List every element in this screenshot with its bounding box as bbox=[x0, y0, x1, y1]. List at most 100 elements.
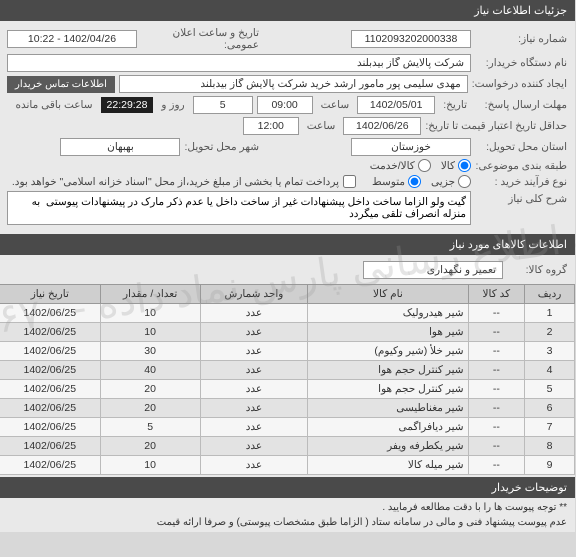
buy-small-label: جزیی bbox=[432, 176, 456, 188]
table-cell: شیر یکطرفه ویفر bbox=[309, 437, 469, 456]
valid-date[interactable] bbox=[344, 117, 422, 135]
cat-label: طبقه بندی موضوعی: bbox=[476, 160, 568, 172]
contact-buyer-button[interactable]: اطلاعات تماس خریدار bbox=[8, 76, 116, 93]
table-cell: شیر کنترل حجم هوا bbox=[309, 361, 469, 380]
table-header: ردیف bbox=[526, 285, 576, 304]
need-no-field[interactable] bbox=[352, 30, 472, 48]
table-row[interactable]: 5--شیر کنترل حجم هواعدد201402/06/25 bbox=[1, 380, 576, 399]
city-field[interactable] bbox=[61, 138, 181, 156]
table-cell: 8 bbox=[526, 437, 576, 456]
announce-label: تاریخ و ساعت اعلان عمومی: bbox=[142, 27, 260, 51]
table-cell: عدد bbox=[201, 304, 309, 323]
table-cell: 20 bbox=[101, 437, 201, 456]
table-cell: شیر میله کالا bbox=[309, 456, 469, 475]
desc-textarea[interactable] bbox=[8, 191, 472, 225]
table-cell: عدد bbox=[201, 342, 309, 361]
table-cell: 40 bbox=[101, 361, 201, 380]
table-cell: عدد bbox=[201, 323, 309, 342]
category-radio-group: کالا کالا/خدمت bbox=[371, 159, 472, 172]
table-cell: -- bbox=[469, 380, 526, 399]
buy-type-radio-group: جزیی متوسط bbox=[373, 175, 472, 188]
remaining-label: ساعت باقی مانده bbox=[16, 99, 93, 111]
buy-medium-radio[interactable] bbox=[409, 175, 422, 188]
table-cell: -- bbox=[469, 323, 526, 342]
cat-goods-label: کالا bbox=[442, 160, 456, 172]
announce-field[interactable] bbox=[8, 30, 138, 48]
table-cell: 1402/06/25 bbox=[1, 304, 102, 323]
desc-label: شرح کلی نیاز bbox=[476, 191, 568, 205]
reply-deadline-date[interactable] bbox=[358, 96, 436, 114]
province-label: استان محل تحویل: bbox=[476, 141, 568, 153]
table-cell: 4 bbox=[526, 361, 576, 380]
buy-type-label: نوع فرآیند خرید : bbox=[476, 176, 568, 188]
province-field[interactable] bbox=[352, 138, 472, 156]
details-header: جزئیات اطلاعات نیاز bbox=[0, 0, 576, 21]
table-row[interactable]: 7--شیر دیافراگمیعدد51402/06/25 bbox=[1, 418, 576, 437]
table-cell: -- bbox=[469, 437, 526, 456]
valid-hour[interactable] bbox=[244, 117, 300, 135]
table-cell: 9 bbox=[526, 456, 576, 475]
reply-hour-label: ساعت bbox=[322, 99, 351, 111]
table-cell: -- bbox=[469, 342, 526, 361]
need-no-label: شماره نیاز: bbox=[476, 33, 568, 45]
table-row[interactable]: 2--شیر هواعدد101402/06/25 bbox=[1, 323, 576, 342]
table-row[interactable]: 6--شیر مغناطیسیعدد201402/06/25 bbox=[1, 399, 576, 418]
table-header: تاریخ نیاز bbox=[1, 285, 102, 304]
footer-note-2: عدم پیوست پیشنهاد فنی و مالی در سامانه س… bbox=[0, 517, 576, 532]
valid-hour-label: ساعت bbox=[308, 120, 337, 132]
treasury-note: پرداخت تمام یا بخشی از مبلغ خرید،از محل … bbox=[13, 176, 340, 188]
buyer-label: نام دستگاه خریدار: bbox=[476, 57, 568, 69]
table-cell: شیر خلأ (شیر وکیوم) bbox=[309, 342, 469, 361]
table-row[interactable]: 9--شیر میله کالاعدد101402/06/25 bbox=[1, 456, 576, 475]
table-cell: عدد bbox=[201, 361, 309, 380]
table-cell: 1402/06/25 bbox=[1, 456, 102, 475]
form-section: شماره نیاز: تاریخ و ساعت اعلان عمومی: نا… bbox=[0, 21, 576, 234]
table-cell: -- bbox=[469, 361, 526, 380]
goods-header: اطلاعات کالاهای مورد نیاز bbox=[0, 234, 576, 255]
table-cell: 10 bbox=[101, 323, 201, 342]
table-cell: -- bbox=[469, 418, 526, 437]
table-cell: 7 bbox=[526, 418, 576, 437]
table-cell: شیر کنترل حجم هوا bbox=[309, 380, 469, 399]
buyer-notes-header: توضیحات خریدار bbox=[0, 477, 576, 498]
table-cell: 20 bbox=[101, 380, 201, 399]
table-cell: 1402/06/25 bbox=[1, 342, 102, 361]
table-row[interactable]: 8--شیر یکطرفه ویفرعدد201402/06/25 bbox=[1, 437, 576, 456]
table-cell: شیر هیدرولیک bbox=[309, 304, 469, 323]
reply-deadline-hour[interactable] bbox=[258, 96, 314, 114]
table-row[interactable]: 3--شیر خلأ (شیر وکیوم)عدد301402/06/25 bbox=[1, 342, 576, 361]
requester-field[interactable] bbox=[120, 75, 469, 93]
table-row[interactable]: 1--شیر هیدرولیکعدد101402/06/25 bbox=[1, 304, 576, 323]
reply-deadline-label: مهلت ارسال پاسخ: bbox=[476, 99, 568, 111]
table-cell: عدد bbox=[201, 399, 309, 418]
table-cell: 1402/06/25 bbox=[1, 361, 102, 380]
table-cell: -- bbox=[469, 456, 526, 475]
table-header: تعداد / مقدار bbox=[101, 285, 201, 304]
table-cell: شیر هوا bbox=[309, 323, 469, 342]
goods-table: ردیفکد کالانام کالاواحد شمارشتعداد / مقد… bbox=[0, 284, 576, 475]
table-cell: 2 bbox=[526, 323, 576, 342]
table-cell: 30 bbox=[101, 342, 201, 361]
valid-label: حداقل تاریخ اعتبار قیمت تا تاریخ: bbox=[426, 120, 568, 132]
cat-service-label: کالا/خدمت bbox=[371, 160, 416, 172]
table-cell: 10 bbox=[101, 304, 201, 323]
table-cell: 5 bbox=[101, 418, 201, 437]
reply-days[interactable] bbox=[194, 96, 254, 114]
treasury-checkbox[interactable] bbox=[344, 175, 357, 188]
table-cell: 1402/06/25 bbox=[1, 437, 102, 456]
table-cell: 20 bbox=[101, 399, 201, 418]
table-header: واحد شمارش bbox=[201, 285, 309, 304]
table-cell: عدد bbox=[201, 380, 309, 399]
buyer-field[interactable] bbox=[8, 54, 472, 72]
countdown-timer: 22:29:28 bbox=[102, 97, 155, 113]
main-panel: جزئیات اطلاعات نیاز شماره نیاز: تاریخ و … bbox=[0, 0, 576, 532]
table-cell: -- bbox=[469, 399, 526, 418]
table-cell: 10 bbox=[101, 456, 201, 475]
group-field[interactable] bbox=[364, 261, 504, 279]
cat-goods-radio[interactable] bbox=[459, 159, 472, 172]
requester-label: ایجاد کننده درخواست: bbox=[473, 78, 568, 90]
cat-service-radio[interactable] bbox=[419, 159, 432, 172]
table-cell: 5 bbox=[526, 380, 576, 399]
buy-small-radio[interactable] bbox=[459, 175, 472, 188]
table-row[interactable]: 4--شیر کنترل حجم هواعدد401402/06/25 bbox=[1, 361, 576, 380]
